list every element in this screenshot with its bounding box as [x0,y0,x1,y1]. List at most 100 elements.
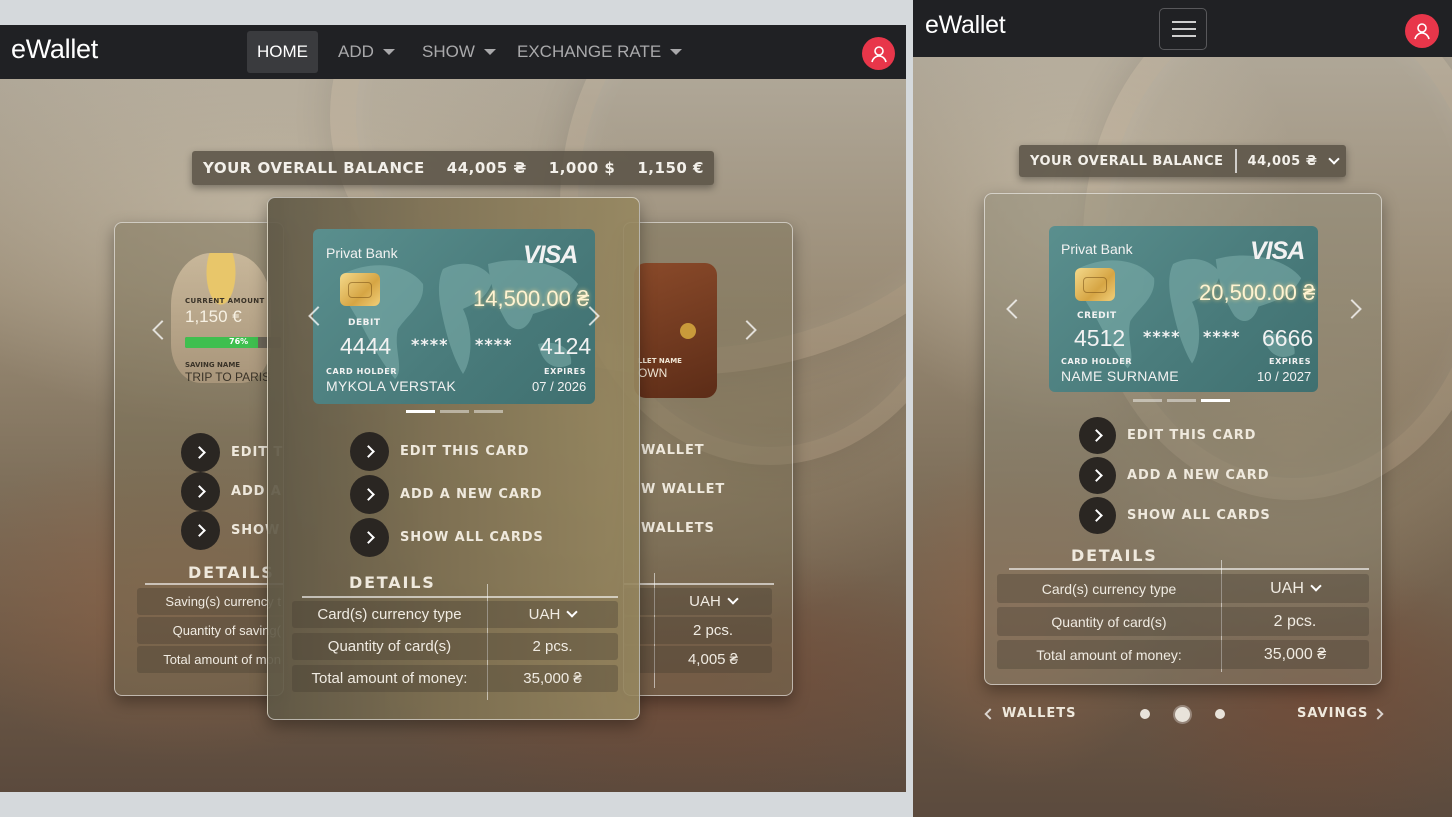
card-number-last: 4124 [540,333,592,359]
action-label: WALLETS [641,521,715,536]
divider [1009,568,1369,570]
brand-logo[interactable]: eWallet [11,34,98,65]
card-number-mask: **** [1203,327,1241,346]
wallet-action[interactable]: W WALLET [641,482,725,497]
card-number-mask: **** [1143,327,1181,346]
details-key: Quantity of saving( [172,623,281,638]
action-label: ADD A NEW CARD [1127,468,1270,483]
next-arrow-icon[interactable] [737,320,757,340]
saving-progress-label: 76% [229,337,249,346]
action-label: SHOW ALL CARDS [400,530,544,545]
indicator[interactable] [406,410,435,413]
page-indicator[interactable] [1215,709,1225,719]
nav-exchange-rate[interactable]: EXCHANGE RATE [517,25,683,79]
brand-logo[interactable]: eWallet [925,11,1006,40]
card-number-first: 4444 [340,333,392,359]
indicator[interactable] [440,410,469,413]
details-row: 4,005 ₴ [624,646,772,673]
divider [302,596,618,598]
bank-name: Privat Bank [1061,241,1133,257]
details-row: 2 pcs. [624,617,772,644]
user-avatar-button[interactable] [862,37,895,70]
card-balance: 20,500.00 ₴ [1199,280,1316,305]
chevron-right-icon [1079,457,1116,494]
page-indicator[interactable] [1140,709,1150,719]
expires-label: EXPIRES [544,367,587,376]
card-expiry: 07 / 2026 [532,379,587,394]
wallet-name: OWN [638,366,668,380]
prev-card-arrow-icon[interactable] [1006,299,1026,319]
balance-uah: 44,005 ₴ [446,159,527,177]
details-key: Total amount of mon [163,652,281,667]
chevron-left-icon [984,707,996,720]
bank-card[interactable]: Privat Bank VISA 14,500.00 ₴ DEBIT 4444 … [313,229,595,404]
user-avatar-button[interactable] [1405,14,1439,48]
balance-label: YOUR OVERALL BALANCE [1030,153,1224,169]
show-cards-button[interactable]: SHOW ALL CARDS [350,518,544,557]
currency-select[interactable]: UAH [1221,574,1369,603]
indicator[interactable] [1201,399,1230,402]
action-label: EDIT THIS CARD [1127,428,1257,443]
indicator[interactable] [1133,399,1162,402]
details-row: Saving(s) currency t [137,588,283,615]
chevron-down-icon [727,593,739,605]
prev-arrow-icon[interactable] [152,320,172,340]
bank-card[interactable]: Privat Bank VISA 20,500.00 ₴ CREDIT 4512… [1049,226,1318,392]
nav-add[interactable]: ADD [338,25,395,79]
chevron-right-icon [1079,417,1116,454]
details-row: Total amount of money: 35,000 ₴ [292,665,618,692]
details-value[interactable]: UAH [654,588,772,615]
card-holder-name: MYKOLA VERSTAK [326,378,456,394]
desktop-navbar: eWallet HOME ADD SHOW EXCHANGE RATE [0,25,906,79]
chevron-right-icon [181,511,220,550]
overall-balance-bar[interactable]: YOUR OVERALL BALANCE 44,005 ₴ [1019,145,1346,177]
details-value: 4,005 ₴ [687,651,739,668]
details-row: Card(s) currency type UAH [997,574,1369,603]
savings-show-action[interactable]: SHOW [181,511,280,550]
card-number-last: 6666 [1262,325,1314,351]
chevron-right-icon [350,475,389,514]
wallet-button-icon [680,323,696,339]
details-key: Card(s) currency type [1041,580,1177,597]
prev-section-wallets[interactable]: WALLETS [984,706,1077,721]
details-value: 2 pcs. [532,638,573,655]
details-row: Quantity of card(s) 2 pcs. [292,633,618,660]
edit-card-button[interactable]: EDIT THIS CARD [350,432,529,471]
card-holder-label: CARD HOLDER [1061,357,1133,366]
indicator[interactable] [474,410,503,413]
wallet-action[interactable]: WALLET [641,443,705,458]
wallets-panel: LLET NAME OWN WALLET W WALLET WALLETS UA… [623,222,793,696]
action-label: EDIT THIS CARD [400,444,530,459]
caret-down-icon [382,49,395,55]
chevron-right-icon [350,432,389,471]
chevron-down-icon [1310,580,1322,592]
nav-show-label: SHOW [422,42,475,61]
page-indicator-active[interactable] [1175,707,1190,722]
hamburger-icon [1172,21,1196,23]
next-card-arrow-icon[interactable] [1342,299,1362,319]
details-key: Total amount of money: [1036,646,1182,663]
add-card-button[interactable]: ADD A NEW CARD [1079,457,1269,494]
card-number-mask: **** [475,335,513,354]
show-cards-button[interactable]: SHOW ALL CARDS [1079,497,1271,534]
card-expiry: 10 / 2027 [1257,369,1312,384]
edit-card-button[interactable]: EDIT THIS CARD [1079,417,1256,454]
balance-uah: 44,005 ₴ [1247,153,1318,169]
next-section-savings[interactable]: SAVINGS [1297,706,1385,721]
menu-toggle-button[interactable] [1159,8,1207,50]
prev-section-label: WALLETS [1002,706,1077,721]
nav-show[interactable]: SHOW [422,25,496,79]
currency-value: UAH [689,593,721,610]
cards-panel: Privat Bank VISA 14,500.00 ₴ DEBIT 4444 … [267,197,640,720]
currency-value: UAH [1270,579,1304,597]
nav-home[interactable]: HOME [247,31,318,73]
indicator[interactable] [1167,399,1196,402]
chevron-right-icon [1372,707,1385,720]
add-card-button[interactable]: ADD A NEW CARD [350,475,542,514]
expires-label: EXPIRES [1269,357,1312,366]
wallet-action[interactable]: WALLETS [641,521,715,536]
action-label: ADD A NEW CARD [400,487,543,502]
overall-balance-bar: YOUR OVERALL BALANCE 44,005 ₴ 1,000 $ 1,… [192,151,714,185]
currency-select[interactable]: UAH [487,601,618,628]
saving-name: TRIP TO PARIS [185,370,271,384]
